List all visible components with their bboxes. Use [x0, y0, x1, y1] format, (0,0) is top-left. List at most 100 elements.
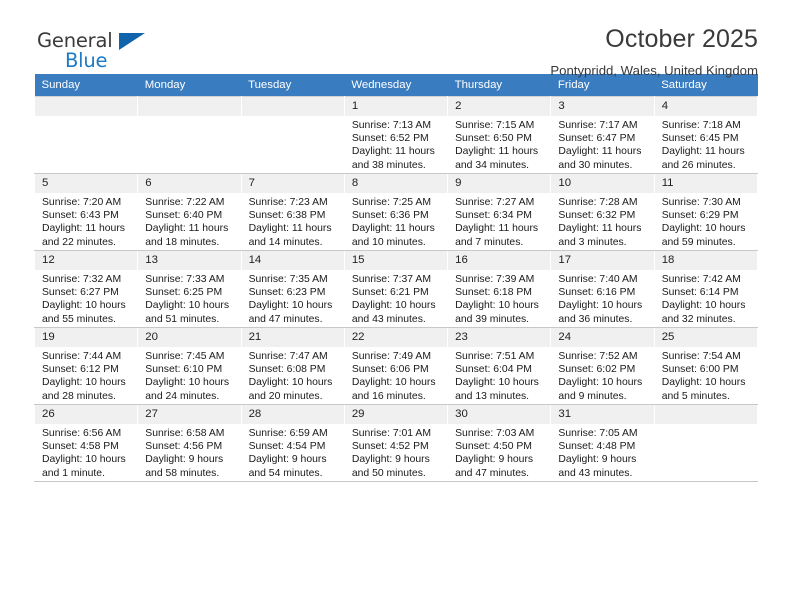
calendar-day-cell[interactable]: 20 Sunrise: 7:45 AM Sunset: 6:10 PM Dayligh…: [137, 327, 242, 405]
day-details: Sunrise: 7:35 AM Sunset: 6:23 PM Daylight:…: [242, 270, 344, 326]
calendar-day-cell[interactable]: 2 Sunrise: 7:15 AM Sunset: 6:50 PM Daylight…: [447, 96, 552, 174]
calendar-day-cell[interactable]: 13 Sunrise: 7:33 AM Sunset: 6:25 PM Dayligh…: [137, 250, 242, 328]
calendar-day-cell[interactable]: 25 Sunrise: 7:54 AM Sunset: 6:00 PM Dayligh…: [653, 327, 759, 405]
sunset-time: Sunset: 6:36 PM: [351, 210, 429, 222]
day-number: 26: [35, 405, 138, 424]
calendar-day-cell[interactable]: 30 Sunrise: 7:03 AM Sunset: 4:50 PM Dayligh…: [447, 404, 552, 482]
daylight-duration-line2: and 5 minutes.: [661, 390, 730, 402]
calendar-day-cell[interactable]: 8 Sunrise: 7:25 AM Sunset: 6:36 PM Daylight…: [343, 173, 449, 251]
day-cell-inner: 21 Sunrise: 7:47 AM Sunset: 6:08 PM Dayligh…: [241, 328, 344, 404]
sunset-time: Sunset: 6:29 PM: [661, 210, 739, 222]
day-number: [138, 97, 241, 116]
calendar-day-cell[interactable]: 28 Sunrise: 6:59 AM Sunset: 4:54 PM Dayligh…: [240, 404, 345, 482]
sunset-time: Sunset: 4:50 PM: [455, 441, 532, 453]
calendar-day-cell[interactable]: 18 Sunrise: 7:42 AM Sunset: 6:14 PM Dayligh…: [653, 250, 759, 328]
page-title: October 2025: [605, 25, 758, 53]
calendar-day-cell[interactable]: 23 Sunrise: 7:51 AM Sunset: 6:04 PM Dayligh…: [447, 327, 552, 405]
daylight-duration-line1: Daylight: 11 hours: [558, 223, 642, 235]
calendar-day-cell-empty: [137, 96, 242, 174]
sunrise-time: Sunrise: 7:03 AM: [455, 428, 535, 439]
day-number: 18: [654, 251, 757, 270]
daylight-duration-line1: Daylight: 10 hours: [558, 300, 643, 312]
daylight-duration-line2: and 1 minute.: [42, 467, 105, 479]
calendar-day-cell[interactable]: 3 Sunrise: 7:17 AM Sunset: 6:47 PM Daylight…: [550, 96, 655, 174]
day-number: 1: [344, 97, 448, 116]
sunrise-time: Sunrise: 7:32 AM: [42, 274, 122, 285]
daylight-duration-line1: Daylight: 9 hours: [145, 454, 224, 466]
calendar-day-cell[interactable]: 12 Sunrise: 7:32 AM Sunset: 6:27 PM Dayligh…: [33, 250, 139, 328]
calendar-day-cell[interactable]: 9 Sunrise: 7:27 AM Sunset: 6:34 PM Daylight…: [447, 173, 552, 251]
day-cell-inner: 20 Sunrise: 7:45 AM Sunset: 6:10 PM Dayligh…: [138, 328, 241, 404]
day-cell-inner: [241, 97, 344, 173]
calendar-day-cell[interactable]: 27 Sunrise: 6:58 AM Sunset: 4:56 PM Dayligh…: [137, 404, 242, 482]
sunrise-time: Sunrise: 6:56 AM: [42, 428, 122, 439]
calendar-day-cell[interactable]: 11 Sunrise: 7:30 AM Sunset: 6:29 PM Dayligh…: [653, 173, 759, 251]
day-number: [654, 405, 757, 424]
location-subtitle: Pontypridd, Wales, United Kingdom: [550, 63, 758, 78]
sunrise-time: Sunrise: 7:40 AM: [558, 274, 638, 285]
sunset-time: Sunset: 6:32 PM: [558, 210, 636, 222]
day-number: 29: [344, 405, 448, 424]
daylight-duration-line2: and 54 minutes.: [248, 467, 323, 479]
daylight-duration-line2: and 24 minutes.: [145, 390, 220, 402]
daylight-duration-line2: and 16 minutes.: [351, 390, 426, 402]
day-cell-inner: 18 Sunrise: 7:42 AM Sunset: 6:14 PM Dayligh…: [654, 251, 757, 327]
sunset-time: Sunset: 4:58 PM: [42, 441, 119, 453]
day-details: Sunrise: 7:28 AM Sunset: 6:32 PM Daylight:…: [551, 193, 653, 249]
day-number: 25: [654, 328, 757, 347]
day-details: Sunrise: 7:54 AM Sunset: 6:00 PM Daylight:…: [655, 347, 757, 403]
daylight-duration-line2: and 50 minutes.: [351, 467, 426, 479]
sunset-time: Sunset: 6:10 PM: [145, 364, 223, 376]
daylight-duration-line1: Daylight: 11 hours: [661, 146, 745, 158]
calendar-day-cell[interactable]: 16 Sunrise: 7:39 AM Sunset: 6:18 PM Dayligh…: [447, 250, 552, 328]
sunset-time: Sunset: 4:52 PM: [351, 441, 429, 453]
calendar-day-cell[interactable]: 10 Sunrise: 7:28 AM Sunset: 6:32 PM Dayligh…: [550, 173, 655, 251]
calendar-day-cell[interactable]: 26 Sunrise: 6:56 AM Sunset: 4:58 PM Dayligh…: [33, 404, 139, 482]
sunset-time: Sunset: 6:52 PM: [351, 133, 429, 145]
day-cell-inner: 8 Sunrise: 7:25 AM Sunset: 6:36 PM Daylight…: [344, 174, 448, 250]
day-details: Sunrise: 7:40 AM Sunset: 6:16 PM Daylight:…: [551, 270, 653, 326]
calendar-day-cell[interactable]: 24 Sunrise: 7:52 AM Sunset: 6:02 PM Dayligh…: [550, 327, 655, 405]
daylight-duration-line1: Daylight: 11 hours: [42, 223, 125, 235]
calendar-day-cell[interactable]: 17 Sunrise: 7:40 AM Sunset: 6:16 PM Dayligh…: [550, 250, 655, 328]
day-details: Sunrise: 7:45 AM Sunset: 6:10 PM Daylight:…: [138, 347, 240, 403]
calendar-day-cell[interactable]: 4 Sunrise: 7:18 AM Sunset: 6:45 PM Daylight…: [653, 96, 759, 174]
weekday-header-monday: Monday: [137, 74, 242, 97]
daylight-duration-line1: Daylight: 11 hours: [351, 223, 435, 235]
daylight-duration-line2: and 43 minutes.: [351, 313, 426, 325]
calendar-page: General Blue October 2025 Pontypridd, Wa…: [0, 0, 792, 612]
calendar-day-cell[interactable]: 6 Sunrise: 7:22 AM Sunset: 6:40 PM Daylight…: [137, 173, 242, 251]
sunrise-time: Sunrise: 7:33 AM: [145, 274, 225, 285]
day-number: 6: [138, 174, 241, 193]
sunrise-time: Sunrise: 7:37 AM: [351, 274, 431, 285]
daylight-duration-line1: Daylight: 11 hours: [455, 146, 539, 158]
day-details: Sunrise: 6:59 AM Sunset: 4:54 PM Daylight:…: [242, 424, 344, 480]
sunrise-time: Sunrise: 7:20 AM: [42, 197, 122, 208]
calendar-day-cell[interactable]: 31 Sunrise: 7:05 AM Sunset: 4:48 PM Dayligh…: [550, 404, 655, 482]
day-details: Sunrise: 7:01 AM Sunset: 4:52 PM Daylight:…: [345, 424, 447, 480]
day-number: 28: [241, 405, 344, 424]
sunrise-time: Sunrise: 6:58 AM: [145, 428, 225, 439]
calendar-day-cell[interactable]: 5 Sunrise: 7:20 AM Sunset: 6:43 PM Daylight…: [33, 173, 139, 251]
sunrise-time: Sunrise: 7:17 AM: [558, 120, 638, 131]
day-details: Sunrise: 7:52 AM Sunset: 6:02 PM Daylight:…: [551, 347, 653, 403]
day-cell-inner: 26 Sunrise: 6:56 AM Sunset: 4:58 PM Dayligh…: [35, 405, 138, 481]
sunrise-time: Sunrise: 6:59 AM: [248, 428, 328, 439]
calendar-day-cell[interactable]: 15 Sunrise: 7:37 AM Sunset: 6:21 PM Dayligh…: [343, 250, 449, 328]
sunrise-time: Sunrise: 7:51 AM: [455, 351, 535, 362]
sunset-time: Sunset: 6:25 PM: [145, 287, 223, 299]
calendar-day-cell[interactable]: 14 Sunrise: 7:35 AM Sunset: 6:23 PM Dayligh…: [240, 250, 345, 328]
day-cell-inner: 23 Sunrise: 7:51 AM Sunset: 6:04 PM Dayligh…: [448, 328, 551, 404]
sunrise-time: Sunrise: 7:05 AM: [558, 428, 638, 439]
calendar-day-cell[interactable]: 29 Sunrise: 7:01 AM Sunset: 4:52 PM Dayligh…: [343, 404, 449, 482]
calendar-day-cell[interactable]: 22 Sunrise: 7:49 AM Sunset: 6:06 PM Dayligh…: [343, 327, 449, 405]
sunrise-time: Sunrise: 7:30 AM: [661, 197, 741, 208]
sunrise-time: Sunrise: 7:47 AM: [248, 351, 328, 362]
day-details: Sunrise: 7:20 AM Sunset: 6:43 PM Daylight:…: [35, 193, 137, 249]
calendar-day-cell[interactable]: 21 Sunrise: 7:47 AM Sunset: 6:08 PM Dayligh…: [240, 327, 345, 405]
calendar-day-cell[interactable]: 7 Sunrise: 7:23 AM Sunset: 6:38 PM Daylight…: [240, 173, 345, 251]
calendar-day-cell[interactable]: 1 Sunrise: 7:13 AM Sunset: 6:52 PM Daylight…: [343, 96, 449, 174]
calendar-day-cell[interactable]: 19 Sunrise: 7:44 AM Sunset: 6:12 PM Dayligh…: [33, 327, 139, 405]
daylight-duration-line1: Daylight: 11 hours: [145, 223, 229, 235]
day-cell-inner: 15 Sunrise: 7:37 AM Sunset: 6:21 PM Dayligh…: [344, 251, 448, 327]
